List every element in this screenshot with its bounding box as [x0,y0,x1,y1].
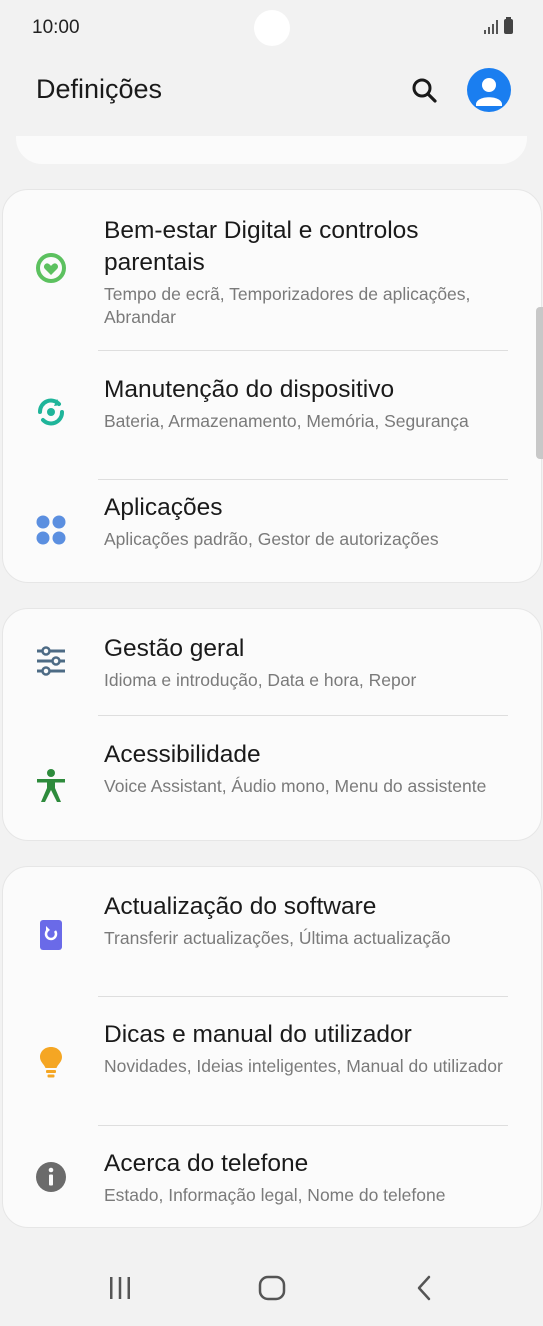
recent-apps-icon [110,1277,130,1299]
item-subtitle: Aplicações padrão, Gestor de autorizaçõe… [104,529,439,549]
item-subtitle: Idioma e introdução, Data e hora, Repor [104,670,417,690]
battery-icon [504,17,513,34]
account-avatar-button[interactable] [467,68,511,112]
item-subtitle: Estado, Informação legal, Nome do telefo… [104,1185,446,1205]
settings-item-accessibility[interactable]: Acessibilidade Voice Assistant, Áudio mo… [3,716,543,842]
settings-card-1: Bem-estar Digital e controlos parentais … [2,189,542,583]
item-title: Aplicações [104,494,223,521]
previous-card-peek [16,136,527,164]
info-icon [31,1157,71,1197]
item-title: Actualização do software [104,893,377,920]
settings-item-device-care[interactable]: Manutenção do dispositivo Bateria, Armaz… [3,351,543,479]
item-subtitle: Voice Assistant, Áudio mono, Menu do ass… [104,776,487,796]
avatar-icon [476,78,502,106]
status-icons [484,17,513,34]
settings-card-2: Gestão geral Idioma e introdução, Data e… [2,608,542,841]
home-icon [258,1275,286,1301]
back-icon [417,1275,431,1301]
settings-item-digital-wellbeing[interactable]: Bem-estar Digital e controlos parentais … [3,190,543,350]
accessibility-icon [31,766,71,806]
item-title: Acessibilidade [104,741,261,768]
navigation-bar [0,1248,543,1326]
app-bar: Definições [0,58,543,128]
item-subtitle: Transferir actualizações, Última actuali… [104,928,451,948]
settings-card-3: Actualização do software Transferir actu… [2,866,542,1228]
item-subtitle: Novidades, Ideias inteligentes, Manual d… [104,1056,503,1076]
item-title: Gestão geral [104,635,245,662]
back-button[interactable] [394,1266,454,1310]
device-care-icon [31,392,71,432]
scrollbar-thumb[interactable] [536,307,543,459]
settings-item-tips-manual[interactable]: Dicas e manual do utilizador Novidades, … [3,997,543,1125]
settings-item-software-update[interactable]: Actualização do software Transferir actu… [3,867,543,996]
general-management-icon [31,641,71,681]
item-title: Dicas e manual do utilizador [104,1021,412,1048]
status-time: 10:00 [32,17,80,38]
home-button[interactable] [242,1266,302,1310]
front-camera [254,10,290,46]
digital-wellbeing-icon [31,248,71,288]
settings-item-general-management[interactable]: Gestão geral Idioma e introdução, Data e… [3,609,543,715]
page-title: Definições [36,74,163,104]
settings-item-about-phone[interactable]: Acerca do telefone Estado, Informação le… [3,1126,543,1229]
item-title: Acerca do telefone [104,1150,309,1177]
item-title: Bem-estar Digital e controlos parentais [104,217,419,276]
status-bar: 10:00 [0,0,543,58]
tips-icon [31,1042,71,1082]
recent-apps-button[interactable] [90,1266,150,1310]
settings-item-apps[interactable]: Aplicações Aplicações padrão, Gestor de … [3,480,543,584]
search-button[interactable] [404,70,444,110]
software-update-icon [31,915,71,955]
item-title: Manutenção do dispositivo [104,376,395,403]
signal-icon [484,20,498,34]
search-icon [412,78,437,103]
item-subtitle: Bateria, Armazenamento, Memória, Seguran… [104,411,469,431]
item-subtitle: Tempo de ecrã, Temporizadores de aplicaç… [104,284,471,327]
apps-icon [31,510,71,550]
